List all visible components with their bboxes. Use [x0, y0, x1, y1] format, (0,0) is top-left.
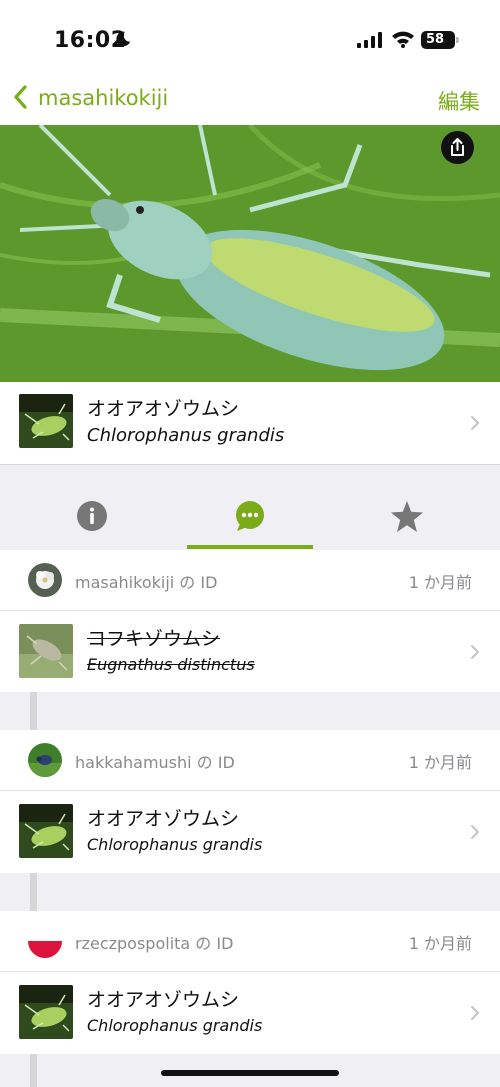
back-button[interactable]: masahikokiji [38, 86, 168, 110]
battery-tip [456, 37, 459, 43]
timeline-connector [30, 1054, 37, 1087]
tab-info[interactable] [10, 490, 176, 548]
identification-time: 1 か月前 [408, 573, 472, 592]
identifier-label[interactable]: masahikokiji の ID [75, 569, 217, 593]
id-suffix: の ID [191, 753, 235, 772]
identifier-username: hakkahamushi [75, 753, 192, 772]
taxon-row[interactable]: オオアオゾウムシ Chlorophanus grandis [0, 382, 500, 465]
taxon-scientific-name: Chlorophanus grandis [87, 425, 285, 446]
identifier-username: rzeczpospolita [75, 934, 191, 953]
edit-button[interactable]: 編集 [438, 86, 480, 116]
battery-level: 58 [425, 32, 445, 47]
home-indicator[interactable] [161, 1070, 339, 1076]
avatar[interactable] [28, 924, 62, 958]
identification-card: rzeczpospolita の ID 1 か月前 オオアオゾウムシ Chlor… [0, 911, 500, 1054]
taxon-thumbnail [19, 394, 73, 448]
wifi-icon [392, 31, 414, 48]
avatar[interactable] [28, 743, 62, 777]
tab-bar [0, 490, 500, 551]
info-icon [77, 501, 107, 531]
chevron-right-icon [471, 1006, 479, 1020]
cellular-signal-icon [357, 32, 382, 48]
chevron-right-icon [471, 825, 479, 839]
id-suffix: の ID [190, 934, 234, 953]
chevron-right-icon [471, 416, 479, 430]
share-button[interactable] [441, 131, 474, 164]
taxon-common-name: オオアオゾウムシ [87, 989, 240, 1011]
status-bar: 16:02 58 [0, 0, 500, 80]
identification-taxon-row[interactable]: オオアオゾウムシ Chlorophanus grandis [0, 790, 500, 873]
taxon-common-name: オオアオゾウムシ [87, 808, 240, 830]
back-chevron-icon[interactable] [12, 84, 28, 110]
tab-favorites[interactable] [324, 490, 490, 548]
identification-card: hakkahamushi の ID 1 か月前 オオアオゾウムシ Chlorop… [0, 730, 500, 873]
taxon-thumbnail [19, 985, 73, 1039]
identification-card: masahikokiji の ID 1 か月前 コフキゾウムシ Eugnathu… [0, 550, 500, 692]
tab-activity[interactable] [167, 490, 333, 548]
moon-icon [116, 31, 131, 47]
identification-header: rzeczpospolita の ID 1 か月前 [0, 911, 500, 972]
taxon-scientific-name: Eugnathus distinctus [87, 655, 255, 674]
comment-icon [236, 501, 264, 531]
identification-taxon-row[interactable]: オオアオゾウムシ Chlorophanus grandis [0, 971, 500, 1054]
taxon-common-name: コフキゾウムシ [87, 628, 221, 650]
taxon-common-name: オオアオゾウムシ [87, 398, 240, 420]
timeline-connector [30, 692, 37, 730]
star-icon [391, 501, 423, 532]
share-icon [451, 138, 464, 156]
observation-photo[interactable] [0, 125, 500, 382]
taxon-scientific-name: Chlorophanus grandis [87, 835, 263, 854]
identification-taxon-row[interactable]: コフキゾウムシ Eugnathus distinctus [0, 610, 500, 692]
id-suffix: の ID [174, 573, 218, 592]
identifier-label[interactable]: rzeczpospolita の ID [75, 930, 233, 954]
battery-icon: 58 [421, 31, 459, 49]
identifier-label[interactable]: hakkahamushi の ID [75, 749, 235, 773]
identification-time: 1 か月前 [408, 753, 472, 772]
timeline-connector [30, 873, 37, 911]
identification-header: hakkahamushi の ID 1 か月前 [0, 730, 500, 791]
identification-header: masahikokiji の ID 1 か月前 [0, 550, 500, 611]
chevron-right-icon [471, 645, 479, 659]
taxon-scientific-name: Chlorophanus grandis [87, 1016, 263, 1035]
taxon-thumbnail [19, 804, 73, 858]
taxon-thumbnail [19, 624, 73, 678]
active-tab-indicator [187, 545, 313, 549]
avatar[interactable] [28, 563, 62, 597]
identification-time: 1 か月前 [408, 934, 472, 953]
identifier-username: masahikokiji [75, 573, 175, 592]
